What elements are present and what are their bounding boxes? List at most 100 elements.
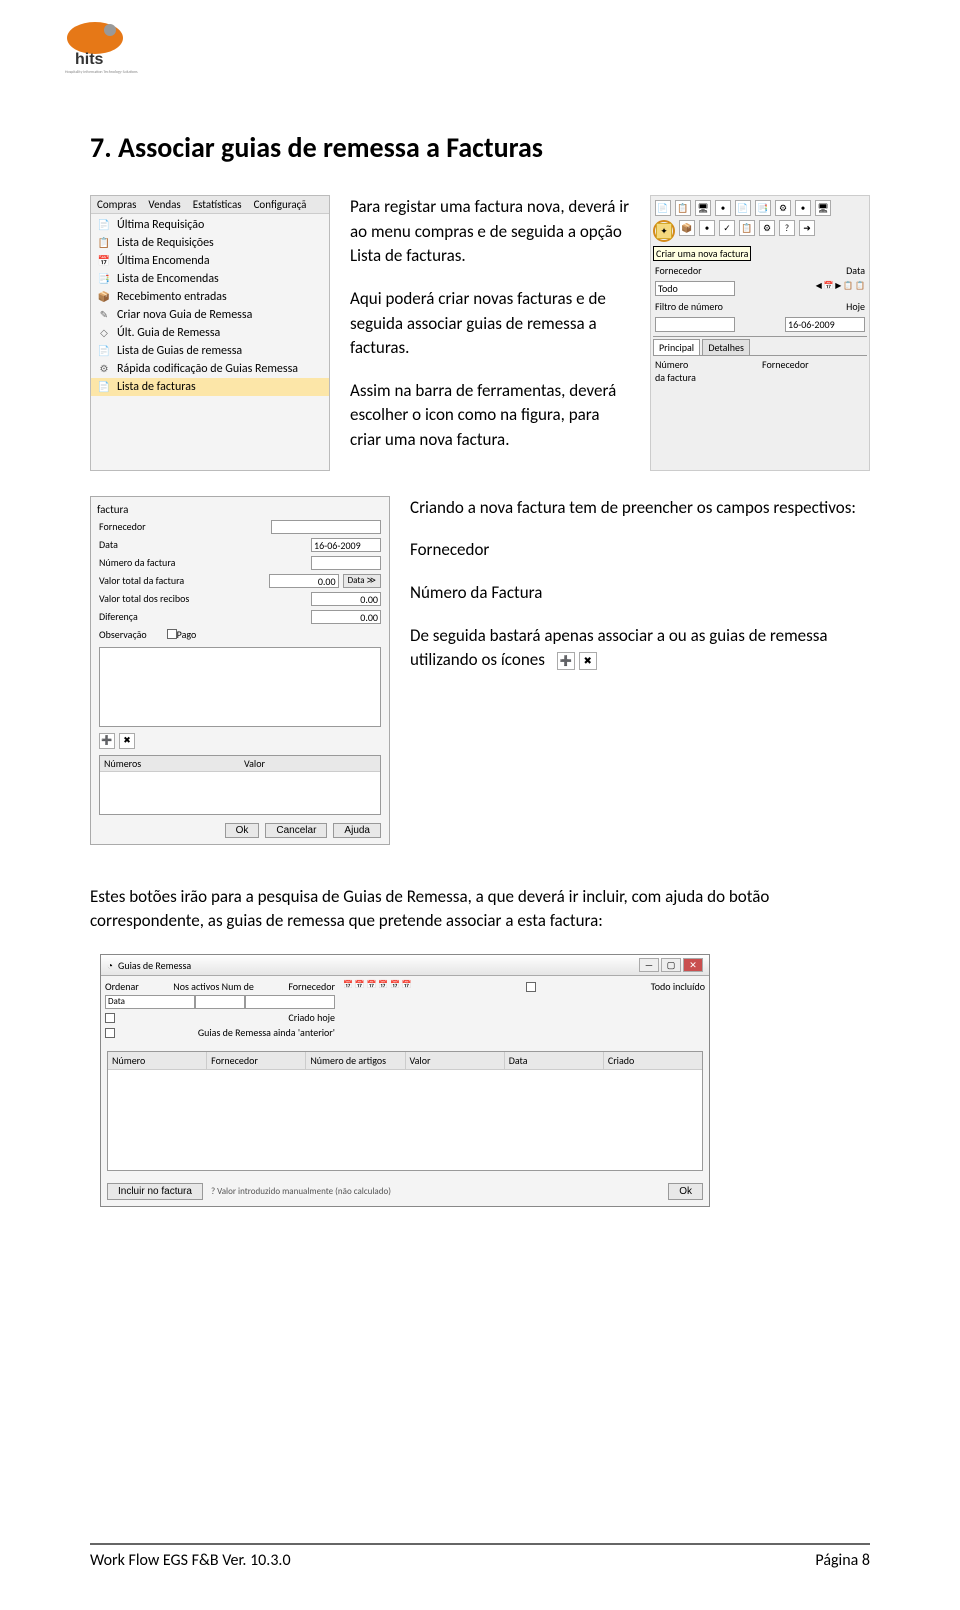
menu-item-icon: 📦 <box>97 290 111 304</box>
btn-data[interactable]: Data ≫ <box>343 574 381 588</box>
menu-item-label: Última Requisição <box>117 217 204 233</box>
add-guia-icon[interactable]: ➕ <box>99 733 115 749</box>
lbl-pago: Pago <box>177 628 197 641</box>
close-button[interactable]: ✕ <box>683 958 703 972</box>
footer-right: Página 8 <box>815 1551 870 1570</box>
toolbar-icon[interactable]: ➜ <box>799 220 815 236</box>
menu-item-icon: ◇ <box>97 326 111 340</box>
date-row-icons[interactable]: 📅 📅 📅 📅 📅 📅 <box>343 980 412 990</box>
toolbar-icon[interactable]: 🖥 <box>815 200 831 216</box>
col-numero-factura: Número da factura <box>653 356 760 386</box>
menu-vendas[interactable]: Vendas <box>142 196 186 213</box>
col-criado: Criado <box>604 1052 702 1069</box>
chk-anteriores[interactable] <box>105 1028 115 1038</box>
toolbar-icon[interactable]: • <box>715 200 731 216</box>
menu-item[interactable]: ◇ Últ. Guia de Remessa <box>91 324 329 342</box>
btn-ok[interactable]: Ok <box>225 823 260 838</box>
menu-item[interactable]: ✎Criar nova Guia de Remessa <box>91 306 329 324</box>
lbl-anteriores: Guias de Remessa ainda 'anterior' <box>198 1026 335 1039</box>
factura-form: factura Fornecedor Data 16-06-2009 Númer… <box>90 496 390 845</box>
associate-icons: ➕ ✖ <box>557 652 597 670</box>
menu-item[interactable]: 📄Lista de facturas <box>91 378 329 396</box>
remove-guia-icon-inline[interactable]: ✖ <box>579 652 597 670</box>
menu-item-label: Recebimento entradas <box>117 289 227 305</box>
menu-bar: Compras Vendas Estatísticas Configuraçã <box>91 196 329 214</box>
toolbar-icon[interactable]: 📄 <box>735 200 751 216</box>
toolbar-icon[interactable]: 🖥 <box>695 200 711 216</box>
menu-item[interactable]: 📑 Lista de Encomendas <box>91 270 329 288</box>
section-heading: 7. Associar guias de remessa a Facturas <box>90 130 870 165</box>
menu-item-label: Rápida codificação de Guias Remessa <box>117 361 298 377</box>
tab-principal[interactable]: Principal <box>653 339 700 355</box>
chk-criadohoje[interactable] <box>105 1013 115 1023</box>
menu-item[interactable]: 📄Última Requisição <box>91 216 329 234</box>
menu-item[interactable]: ⚙Rápida codificação de Guias Remessa <box>91 360 329 378</box>
tb-filtro-input[interactable] <box>655 317 735 332</box>
toolbar-icon[interactable]: • <box>699 220 715 236</box>
btn-incluir[interactable]: Incluir no factura <box>107 1183 203 1200</box>
textarea-observacao[interactable] <box>99 647 381 727</box>
lbl-observacao: Observação <box>99 628 147 643</box>
date-nav-icons[interactable]: ◀ 📅 ▶ 📋 📋 <box>816 281 865 296</box>
input-nosactivos[interactable] <box>195 995 245 1009</box>
toolbar-icon[interactable]: 📑 <box>755 200 771 216</box>
menu-item-icon: 📑 <box>97 272 111 286</box>
menu-item-label: Últ. Guia de Remessa <box>117 325 220 341</box>
menu-item-icon: 📄 <box>97 380 111 394</box>
window-title: Guias de Remessa <box>118 959 191 972</box>
col-data: Data <box>505 1052 604 1069</box>
menu-item-label: Lista de Requisições <box>117 235 214 251</box>
tb-fornecedor-dropdown[interactable]: Todo <box>655 281 735 296</box>
toolbar-icon[interactable]: 📋 <box>739 220 755 236</box>
input-fornecedor[interactable] <box>271 520 381 534</box>
input-data[interactable]: 16-06-2009 <box>311 538 381 552</box>
page-footer: Work Flow EGS F&B Ver. 10.3.0 Página 8 <box>90 1543 870 1570</box>
col-fornecedor: Fornecedor <box>760 356 867 386</box>
menu-estatisticas[interactable]: Estatísticas <box>187 196 248 213</box>
tb-hoje-date[interactable]: 16-06-2009 <box>785 317 865 332</box>
paragraph-5: Fornecedor <box>410 538 870 563</box>
chk-todoincluido[interactable] <box>526 982 536 992</box>
input-numero[interactable] <box>311 556 381 570</box>
dropdown-ordenar[interactable]: Data <box>105 995 195 1009</box>
paragraph-4: Criando a nova factura tem de preencher … <box>410 496 870 521</box>
menu-item-label: Lista de Encomendas <box>117 271 219 287</box>
menu-item[interactable]: 📅Última Encomenda <box>91 252 329 270</box>
paragraph-8: Estes botões irão para a pesquisa de Gui… <box>90 885 870 934</box>
add-guia-icon-inline[interactable]: ➕ <box>557 652 575 670</box>
input-valortotal[interactable]: 0.00 <box>269 574 339 588</box>
new-invoice-icon[interactable]: ✦ <box>656 223 672 239</box>
menu-item[interactable]: 📦 Recebimento entradas <box>91 288 329 306</box>
toolbar-icon[interactable]: 📦 <box>679 220 695 236</box>
toolbar-icon[interactable]: • <box>795 200 811 216</box>
tb-filtro-label: Filtro de número <box>655 300 723 313</box>
toolbar-icon[interactable]: 📄 <box>655 200 671 216</box>
menu-config[interactable]: Configuraçã <box>248 196 313 213</box>
toolbar-icon[interactable]: 📋 <box>675 200 691 216</box>
tab-detalhes[interactable]: Detalhes <box>702 339 750 355</box>
toolbar-icon[interactable]: ? <box>779 220 795 236</box>
toolbar-icon[interactable]: ✓ <box>719 220 735 236</box>
btn-cancel[interactable]: Cancelar <box>265 823 327 838</box>
dropdown-fornecedor[interactable] <box>245 995 335 1009</box>
menu-item-icon: 📄 <box>97 344 111 358</box>
toolbar-panel: 📄 📋 🖥 • 📄 📑 ⚙ • 🖥 ✦ 📦 • ✓ 📋 ⚙ ? ➜ Criar … <box>650 195 870 471</box>
note-text: ? Valor introduzido manualmente (não cal… <box>211 1186 660 1197</box>
remove-guia-icon[interactable]: ✖ <box>119 733 135 749</box>
btn-ajuda[interactable]: Ajuda <box>333 823 381 838</box>
menu-compras[interactable]: Compras <box>91 196 142 213</box>
lbl-criadohoje: Criado hoje <box>288 1011 335 1024</box>
menu-item-icon: 📋 <box>97 236 111 250</box>
max-button[interactable]: ▢ <box>661 958 681 972</box>
chk-pago[interactable] <box>167 629 177 639</box>
col-valor: Valor <box>406 1052 505 1069</box>
footer-left: Work Flow EGS F&B Ver. 10.3.0 <box>90 1551 291 1570</box>
menu-item[interactable]: 📋 Lista de Requisições <box>91 234 329 252</box>
min-button[interactable]: — <box>639 958 659 972</box>
col-numeros: Números <box>100 756 240 771</box>
menu-item[interactable]: 📄Lista de Guias de remessa <box>91 342 329 360</box>
toolbar-icon[interactable]: ⚙ <box>775 200 791 216</box>
toolbar-icon[interactable]: ⚙ <box>759 220 775 236</box>
btn-ok2[interactable]: Ok <box>668 1183 703 1200</box>
paragraph-1: Para registar uma factura nova, deverá i… <box>350 195 630 269</box>
